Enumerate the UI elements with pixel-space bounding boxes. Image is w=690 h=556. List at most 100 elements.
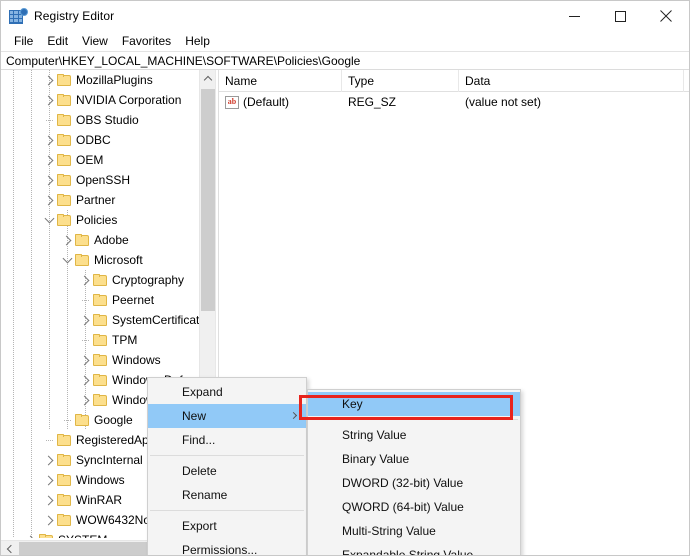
- new-submenu[interactable]: Key String Value Binary Value DWORD (32-bit…: [307, 389, 521, 556]
- column-header-name[interactable]: Name: [219, 70, 342, 92]
- tree-item-odbc[interactable]: ODBC: [1, 130, 199, 150]
- context-menu-item-expand[interactable]: Expand: [148, 380, 306, 404]
- menu-item-label: Delete: [182, 464, 217, 478]
- tree-item-obs-studio[interactable]: OBS Studio: [1, 110, 199, 130]
- tree-item-cryptography[interactable]: Cryptography: [1, 270, 199, 290]
- submenu-item-expandable-string-value[interactable]: Expandable String Value: [308, 543, 520, 556]
- close-button[interactable]: [643, 1, 689, 31]
- context-menu-item-export[interactable]: Export: [148, 514, 306, 538]
- tree-item-microsoft[interactable]: Microsoft: [1, 250, 199, 270]
- tree-item-nvidia-corporation[interactable]: NVIDIA Corporation: [1, 90, 199, 110]
- context-menu-item-delete[interactable]: Delete: [148, 459, 306, 483]
- chevron-right-icon[interactable]: [41, 130, 57, 150]
- maximize-button[interactable]: [597, 1, 643, 31]
- scroll-up-arrow-icon[interactable]: [200, 70, 215, 87]
- context-menu[interactable]: Expand New Find... Delete Rename Export Permis…: [147, 377, 307, 556]
- folder-icon: [75, 414, 89, 426]
- vertical-scroll-thumb[interactable]: [201, 89, 215, 311]
- chevron-right-icon[interactable]: [41, 70, 57, 90]
- folder-icon: [93, 294, 107, 306]
- tree-item-windows[interactable]: Windows: [1, 350, 199, 370]
- chevron-right-icon[interactable]: [77, 270, 93, 290]
- menu-item-label: DWORD (32-bit) Value: [342, 476, 464, 490]
- menu-item-favorites[interactable]: Favorites: [115, 32, 178, 50]
- tree-item-label: OpenSSH: [76, 173, 131, 187]
- scroll-left-arrow-icon[interactable]: [1, 541, 18, 555]
- folder-icon: [57, 474, 71, 486]
- chevron-right-icon[interactable]: [41, 190, 57, 210]
- column-header-data[interactable]: Data: [459, 70, 684, 92]
- value-name-cell: ab (Default): [219, 92, 342, 112]
- address-bar[interactable]: Computer\HKEY_LOCAL_MACHINE\SOFTWARE\Pol…: [1, 51, 689, 70]
- tree-item-openssh[interactable]: OpenSSH: [1, 170, 199, 190]
- chevron-right-icon[interactable]: [77, 310, 93, 330]
- menu-item-view[interactable]: View: [75, 32, 115, 50]
- tree-leaf-spacer: [77, 330, 93, 350]
- menu-item-edit[interactable]: Edit: [40, 32, 75, 50]
- tree-item-label: NVIDIA Corporation: [76, 93, 182, 107]
- chevron-right-icon[interactable]: [23, 530, 39, 538]
- submenu-item-key[interactable]: Key: [308, 392, 520, 416]
- tree-item-partner[interactable]: Partner: [1, 190, 199, 210]
- tree-item-adobe[interactable]: Adobe: [1, 230, 199, 250]
- menu-item-label: Binary Value: [342, 452, 410, 466]
- context-menu-item-permissions[interactable]: Permissions...: [148, 538, 306, 556]
- menu-item-help[interactable]: Help: [178, 32, 217, 50]
- menu-item-label: Permissions...: [182, 543, 258, 556]
- folder-icon: [39, 534, 53, 538]
- chevron-down-icon[interactable]: [41, 210, 57, 230]
- submenu-item-dword-32-bit-value[interactable]: DWORD (32-bit) Value: [308, 471, 520, 495]
- folder-icon: [57, 514, 71, 526]
- chevron-right-icon[interactable]: [41, 90, 57, 110]
- value-name-text: (Default): [243, 95, 290, 109]
- tree-item-oem[interactable]: OEM: [1, 150, 199, 170]
- column-header-type[interactable]: Type: [342, 70, 459, 92]
- chevron-right-icon[interactable]: [41, 150, 57, 170]
- chevron-right-icon[interactable]: [41, 510, 57, 530]
- folder-icon: [75, 254, 89, 266]
- tree-item-policies[interactable]: Policies: [1, 210, 199, 230]
- tree-item-label: Google: [94, 413, 133, 427]
- chevron-right-icon[interactable]: [77, 350, 93, 370]
- tree-item-systemcertificates[interactable]: SystemCertificates: [1, 310, 199, 330]
- folder-icon: [57, 154, 71, 166]
- tree-item-mozillaplugins[interactable]: MozillaPlugins: [1, 70, 199, 90]
- chevron-right-icon[interactable]: [41, 170, 57, 190]
- folder-icon: [57, 74, 71, 86]
- context-menu-item-find[interactable]: Find...: [148, 428, 306, 452]
- submenu-chevron-icon: [289, 411, 298, 420]
- chevron-right-icon[interactable]: [41, 450, 57, 470]
- tree-item-label: SYSTEM: [58, 530, 107, 538]
- folder-icon: [57, 134, 71, 146]
- folder-icon: [57, 434, 71, 446]
- chevron-right-icon[interactable]: [77, 370, 93, 390]
- menu-item-label: Expandable String Value: [342, 548, 474, 556]
- chevron-right-icon[interactable]: [41, 490, 57, 510]
- minimize-button[interactable]: [551, 1, 597, 31]
- menu-item-file[interactable]: File: [7, 32, 40, 50]
- chevron-right-icon[interactable]: [77, 390, 93, 410]
- submenu-item-multi-string-value[interactable]: Multi-String Value: [308, 519, 520, 543]
- menu-item-label: Export: [182, 519, 217, 533]
- tree-item-tpm[interactable]: TPM: [1, 330, 199, 350]
- chevron-right-icon[interactable]: [59, 230, 75, 250]
- folder-icon: [57, 494, 71, 506]
- context-menu-item-rename[interactable]: Rename: [148, 483, 306, 507]
- tree-item-label: SystemCertificates: [112, 313, 199, 327]
- listview-row[interactable]: ab (Default) REG_SZ (value not set): [219, 92, 689, 112]
- submenu-item-binary-value[interactable]: Binary Value: [308, 447, 520, 471]
- chevron-right-icon[interactable]: [41, 470, 57, 490]
- chevron-down-icon[interactable]: [59, 250, 75, 270]
- tree-leaf-spacer: [41, 430, 57, 450]
- folder-icon: [57, 114, 71, 126]
- submenu-item-qword-64-bit-value[interactable]: QWORD (64-bit) Value: [308, 495, 520, 519]
- folder-icon: [93, 334, 107, 346]
- tree-item-label: Adobe: [94, 233, 129, 247]
- menu-item-label: Expand: [182, 385, 223, 399]
- submenu-item-string-value[interactable]: String Value: [308, 423, 520, 447]
- menu-item-label: QWORD (64-bit) Value: [342, 500, 464, 514]
- folder-icon: [57, 214, 71, 226]
- value-type-cell: REG_SZ: [348, 95, 397, 109]
- context-menu-item-new[interactable]: New: [148, 404, 306, 428]
- tree-item-peernet[interactable]: Peernet: [1, 290, 199, 310]
